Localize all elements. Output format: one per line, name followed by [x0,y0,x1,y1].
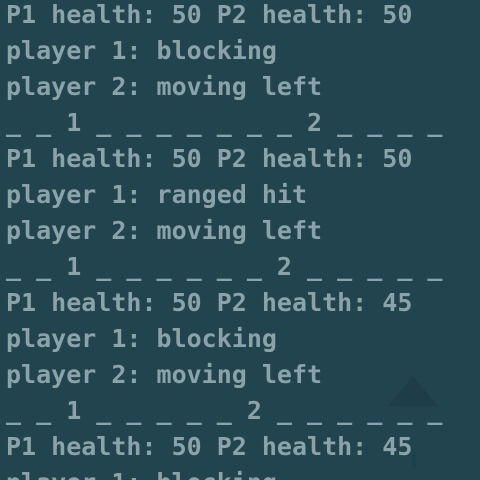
terminal-line: player 2: moving left [6,216,323,245]
terminal-line: _ _ 1 _ _ _ _ _ _ _ 2 _ _ _ _ [6,108,443,137]
terminal-line: P1 health: 50 P2 health: 45 [6,288,413,317]
terminal-line: player 1: ranged hit [6,180,308,209]
terminal-line: _ _ 1 _ _ _ _ _ _ 2 _ _ _ _ _ [6,252,443,281]
scroll-up-icon[interactable] [388,376,438,406]
terminal-line: player 1: blocking [6,36,277,65]
terminal-line: P1 health: 50 P2 health: 50 [6,144,413,173]
terminal-output: P1 health: 50 P2 health: 50 player 1: bl… [0,0,480,480]
terminal-line: P1 health: 50 P2 health: 45 [6,432,413,461]
terminal-line: P1 health: 50 P2 health: 50 [6,0,413,29]
scroll-down-icon[interactable] [412,455,416,469]
terminal-line: player 1: blocking [6,324,277,353]
terminal-line: player 1: blocking [6,465,480,480]
terminal-line: player 2: moving left [6,72,323,101]
